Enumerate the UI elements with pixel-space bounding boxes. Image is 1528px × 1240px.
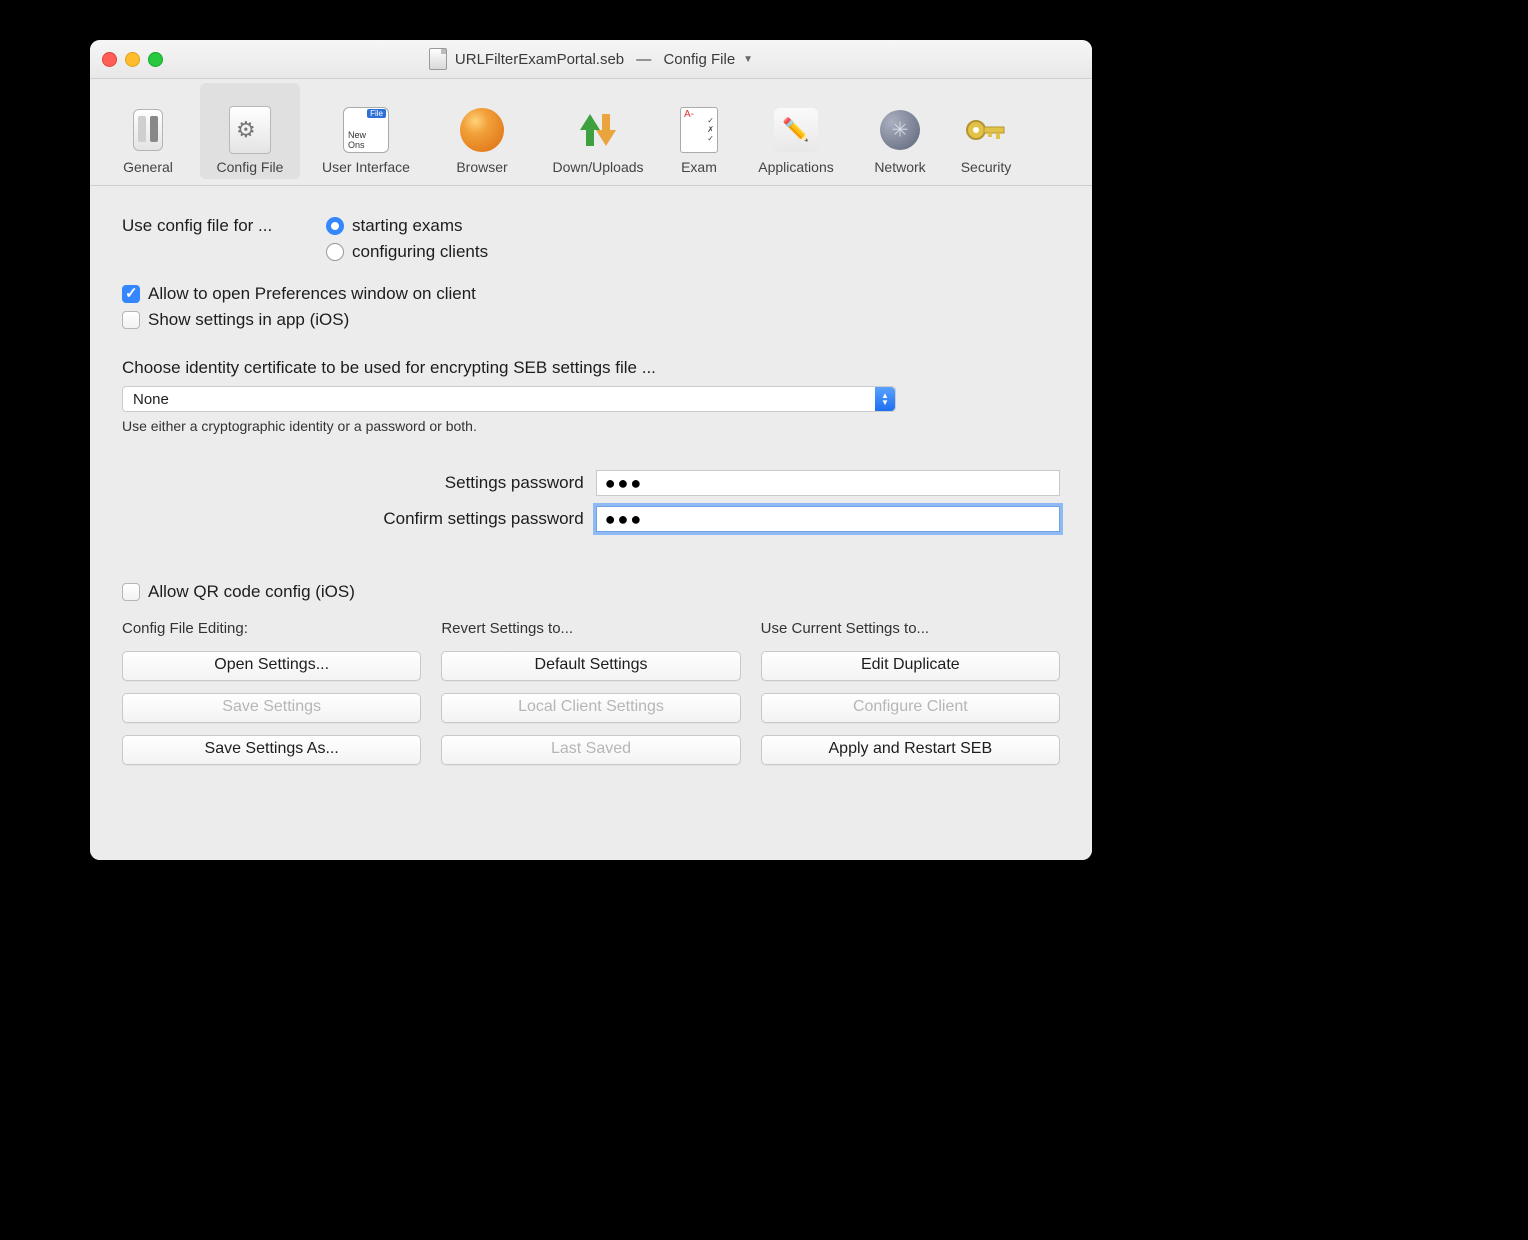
checkbox-allow-qr[interactable]: [122, 583, 140, 601]
checkbox-allow-preferences[interactable]: [122, 285, 140, 303]
settings-password-input[interactable]: [596, 470, 1060, 496]
tab-browser[interactable]: Browser: [432, 83, 532, 179]
edit-duplicate-button[interactable]: Edit Duplicate: [761, 651, 1060, 681]
config-file-icon: [229, 106, 271, 154]
save-settings-as-button[interactable]: Save Settings As...: [122, 735, 421, 765]
confirm-password-input[interactable]: [596, 506, 1060, 532]
radio-configuring-clients[interactable]: [326, 243, 344, 261]
checkbox-show-settings-ios[interactable]: [122, 311, 140, 329]
local-client-settings-button[interactable]: Local Client Settings: [441, 693, 740, 723]
identity-cert-value: None: [133, 391, 169, 408]
tab-config-file[interactable]: Config File: [200, 83, 300, 179]
titlebar: URLFilterExamPortal.seb — Config File ▼: [90, 40, 1092, 79]
identity-cert-select[interactable]: None ▲▼: [122, 386, 896, 412]
settings-password-label: Settings password: [122, 473, 596, 493]
tab-security[interactable]: Security: [944, 83, 1028, 179]
open-settings-button[interactable]: Open Settings...: [122, 651, 421, 681]
window-title: URLFilterExamPortal.seb: [455, 51, 624, 68]
tab-down-uploads[interactable]: Down/Uploads: [534, 83, 662, 179]
select-chevrons-icon: ▲▼: [875, 387, 895, 411]
key-icon: [964, 114, 1008, 146]
apply-restart-seb-button[interactable]: Apply and Restart SEB: [761, 735, 1060, 765]
window-subtitle: Config File: [663, 51, 735, 68]
checkbox-show-settings-ios-label: Show settings in app (iOS): [148, 310, 349, 330]
radio-starting-exams[interactable]: [326, 217, 344, 235]
tab-user-interface[interactable]: User Interface: [302, 83, 430, 179]
checkbox-allow-qr-label: Allow QR code config (iOS): [148, 582, 355, 602]
tab-exam[interactable]: Exam: [664, 83, 734, 179]
apps-icon: [774, 108, 818, 152]
close-window-icon[interactable]: [102, 52, 117, 67]
radio-configuring-clients-label: configuring clients: [352, 242, 488, 262]
use-current-header: Use Current Settings to...: [761, 620, 1060, 637]
identity-cert-hint: Use either a cryptographic identity or a…: [122, 418, 1060, 434]
tab-network[interactable]: Network: [858, 83, 942, 179]
content-area: Use config file for ... starting exams c…: [90, 186, 1092, 860]
exam-icon: [680, 107, 718, 153]
ui-icon: [343, 107, 389, 153]
configure-client-button[interactable]: Configure Client: [761, 693, 1060, 723]
tab-applications[interactable]: Applications: [736, 83, 856, 179]
last-saved-button[interactable]: Last Saved: [441, 735, 740, 765]
chevron-down-icon[interactable]: ▼: [743, 54, 753, 65]
radio-starting-exams-label: starting exams: [352, 216, 463, 236]
use-config-for-label: Use config file for ...: [122, 216, 326, 236]
checkbox-allow-preferences-label: Allow to open Preferences window on clie…: [148, 284, 476, 304]
save-settings-button[interactable]: Save Settings: [122, 693, 421, 723]
tab-general[interactable]: General: [98, 83, 198, 179]
zoom-window-icon[interactable]: [148, 52, 163, 67]
revert-header: Revert Settings to...: [441, 620, 740, 637]
minimize-window-icon[interactable]: [125, 52, 140, 67]
preferences-toolbar: General Config File User Interface Brows…: [90, 79, 1092, 186]
preferences-window: URLFilterExamPortal.seb — Config File ▼ …: [90, 40, 1092, 860]
browser-icon: [460, 108, 504, 152]
confirm-password-label: Confirm settings password: [122, 509, 596, 529]
switch-icon: [133, 109, 163, 151]
document-icon: [429, 48, 447, 70]
transfer-icon: [576, 108, 620, 152]
network-icon: [880, 110, 920, 150]
identity-cert-label: Choose identity certificate to be used f…: [122, 358, 1060, 378]
default-settings-button[interactable]: Default Settings: [441, 651, 740, 681]
editing-header: Config File Editing:: [122, 620, 421, 637]
